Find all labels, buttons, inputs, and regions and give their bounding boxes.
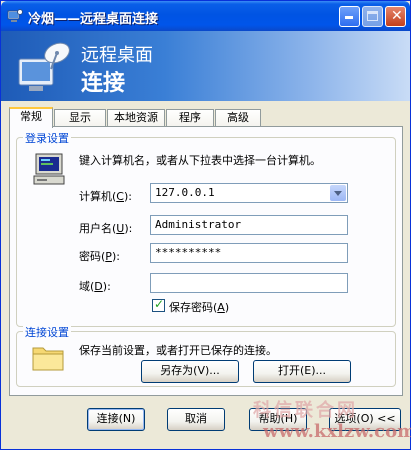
- login-settings-group: 登录设置 键入计算机名，或者从下拉表中选择一台计算机。 计算机(C): 127.…: [16, 130, 396, 327]
- username-field[interactable]: Administrator: [150, 215, 348, 235]
- connection-settings-label: 连接设置: [23, 324, 71, 340]
- computer-combobox[interactable]: 127.0.0.1: [150, 183, 348, 203]
- password-field[interactable]: **********: [150, 243, 348, 263]
- computer-access-key: C: [116, 190, 124, 203]
- username-label-text: 用户名: [79, 222, 112, 235]
- remote-desktop-logo-icon: [18, 42, 70, 91]
- remote-desktop-window: 冷烟——远程桌面连接 ✕ 远程桌面 连接 常规 显示 本地资源 程序 高级 登录…: [0, 0, 411, 450]
- save-password-label-text: 保存密码: [169, 301, 213, 314]
- header-banner: 远程桌面 连接: [1, 31, 410, 101]
- minimize-button[interactable]: [339, 6, 360, 27]
- save-password-label[interactable]: 保存密码(A): [169, 299, 229, 315]
- remote-desktop-icon: [7, 9, 23, 22]
- maximize-icon: [367, 11, 378, 21]
- username-label: 用户名(U):: [79, 222, 133, 235]
- computer-label: 计算机(C):: [79, 190, 132, 203]
- domain-access-key: D: [94, 280, 103, 293]
- options-button[interactable]: 选项(O) <<: [329, 408, 401, 431]
- username-value: Administrator: [155, 218, 242, 231]
- save-password-checkbox[interactable]: [152, 297, 165, 312]
- domain-label-text: 域: [79, 280, 90, 293]
- banner-title-line2: 连接: [81, 71, 126, 96]
- login-instruction: 键入计算机名，或者从下拉表中选择一台计算机。: [79, 154, 321, 167]
- computer-icon: [33, 153, 65, 185]
- tab-display[interactable]: 显示: [54, 109, 106, 127]
- tab-label: 显示: [69, 111, 91, 124]
- password-label: 密码(P):: [79, 250, 120, 263]
- tab-local-resources[interactable]: 本地资源: [107, 109, 165, 127]
- computer-value: 127.0.0.1: [155, 186, 215, 199]
- domain-label: 域(D):: [79, 280, 111, 293]
- chevron-down-icon[interactable]: [330, 185, 346, 201]
- login-settings-label: 登录设置: [23, 130, 71, 146]
- password-value: **********: [155, 246, 222, 259]
- connection-settings-group: 连接设置 保存当前设置，或者打开已保存的连接。 另存为(V)... 打开(E).…: [16, 324, 396, 387]
- connect-button[interactable]: 连接(N): [87, 408, 145, 431]
- domain-field[interactable]: [150, 273, 348, 293]
- title-bar[interactable]: 冷烟——远程桌面连接 ✕: [1, 1, 410, 31]
- tab-label: 程序: [179, 111, 201, 124]
- minimize-icon: [345, 16, 353, 19]
- help-button[interactable]: 帮助(H): [249, 408, 307, 431]
- tab-general[interactable]: 常规: [9, 107, 53, 128]
- maximize-button[interactable]: [362, 6, 383, 27]
- tab-label: 高级: [227, 111, 249, 124]
- tab-label: 常规: [20, 110, 42, 123]
- computer-label-text: 计算机: [79, 190, 112, 203]
- password-access-key: P: [105, 250, 112, 263]
- connection-description: 保存当前设置，或者打开已保存的连接。: [79, 344, 277, 357]
- password-label-text: 密码: [79, 250, 101, 263]
- username-access-key: U: [116, 222, 125, 235]
- close-icon: ✕: [391, 8, 403, 24]
- banner-title-line1: 远程桌面: [81, 45, 153, 66]
- tab-advanced[interactable]: 高级: [215, 109, 261, 127]
- save-password-access-key: A: [217, 301, 225, 314]
- folder-icon: [32, 347, 64, 371]
- cancel-button[interactable]: 取消: [167, 408, 225, 431]
- tab-programs[interactable]: 程序: [166, 109, 214, 127]
- open-button[interactable]: 打开(E)...: [253, 360, 351, 383]
- tab-label: 本地资源: [114, 111, 158, 124]
- general-tab-panel: 登录设置 键入计算机名，或者从下拉表中选择一台计算机。 计算机(C): 127.…: [9, 126, 403, 396]
- close-button[interactable]: ✕: [385, 6, 406, 27]
- save-as-button[interactable]: 另存为(V)...: [141, 360, 239, 383]
- window-title: 冷烟——远程桌面连接: [28, 12, 159, 27]
